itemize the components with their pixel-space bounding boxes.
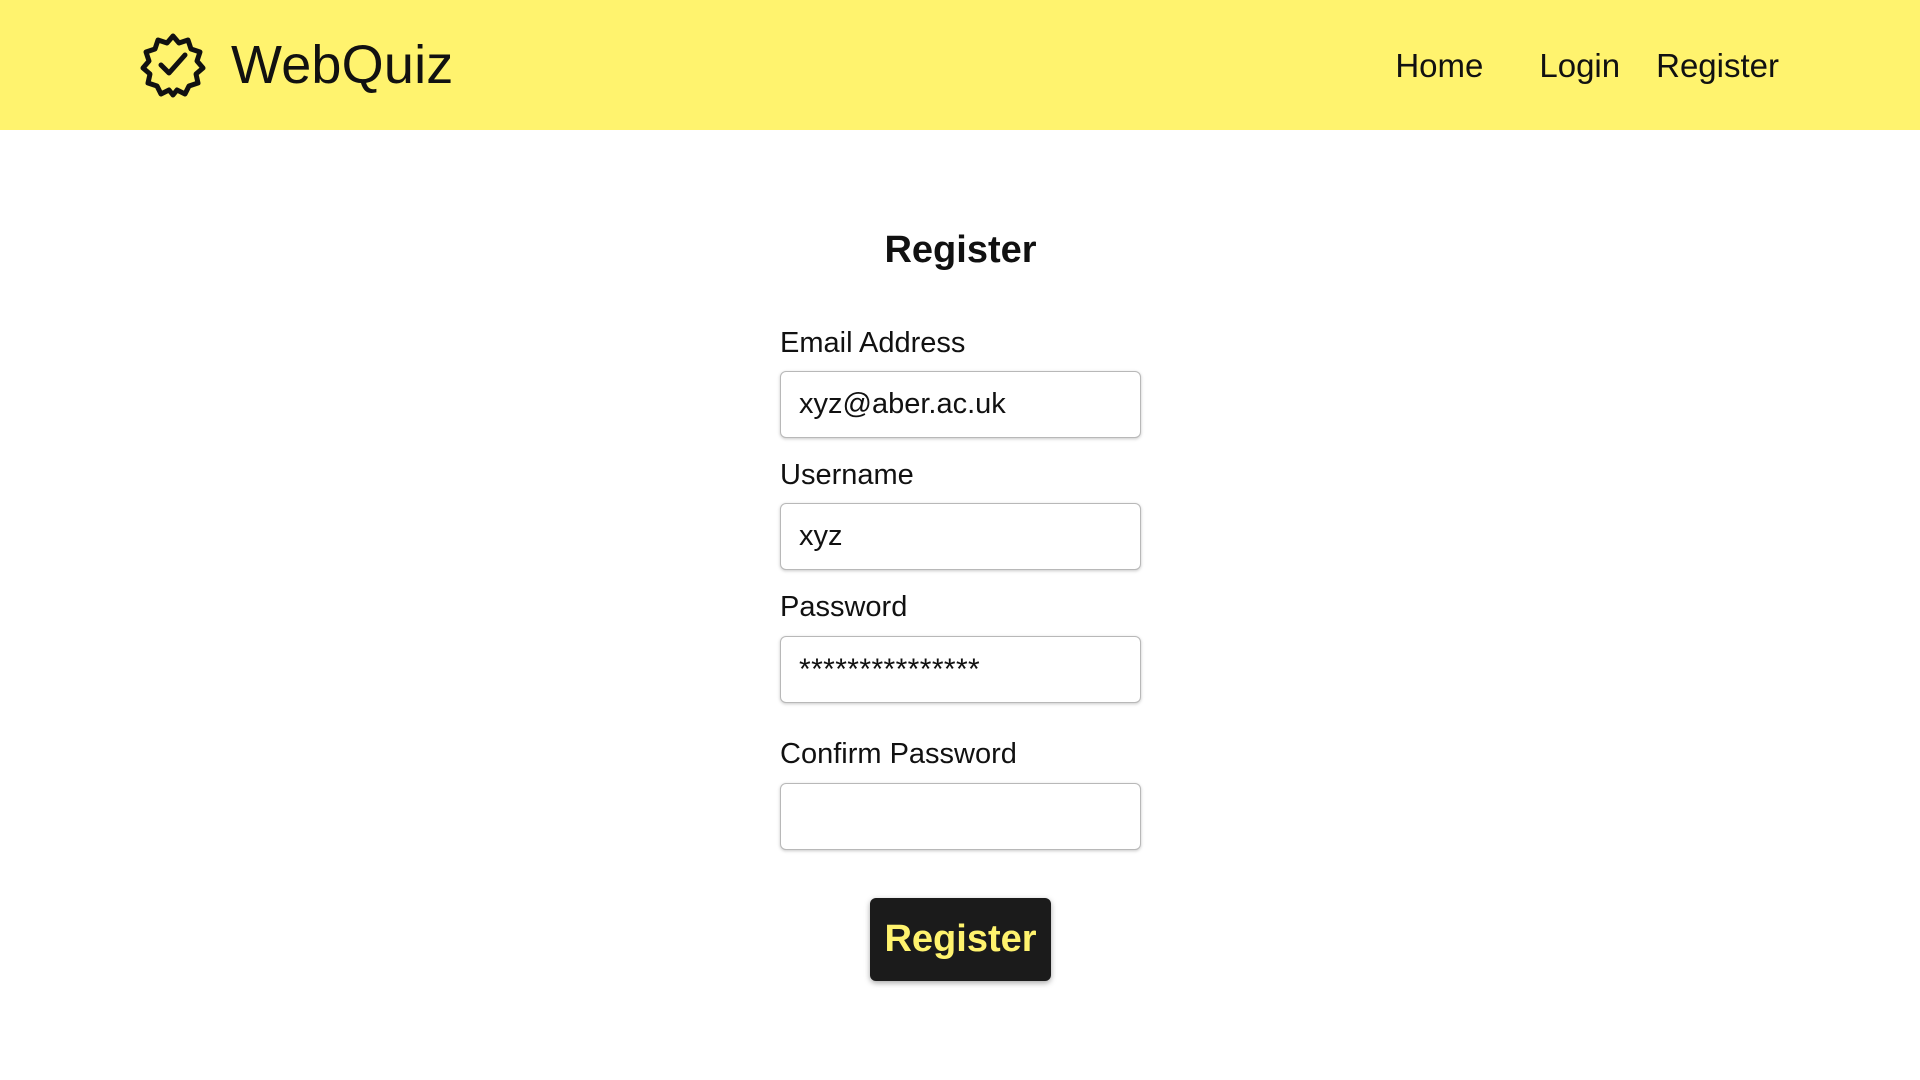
email-label: Email Address <box>780 327 966 359</box>
nav-home-link[interactable]: Home <box>1395 44 1483 88</box>
password-label: Password <box>780 591 908 623</box>
main-navigation: Home Login Register <box>1395 44 1779 88</box>
nav-register-link[interactable]: Register <box>1656 44 1779 88</box>
username-field[interactable] <box>780 503 1141 570</box>
email-field[interactable] <box>780 371 1141 438</box>
app-name: WebQuiz <box>231 35 454 95</box>
brand-home-link[interactable]: WebQuiz <box>139 31 454 99</box>
confirm-password-field[interactable] <box>780 783 1141 850</box>
confirm-password-label: Confirm Password <box>780 738 1017 770</box>
page-title: Register <box>884 229 1037 271</box>
username-label: Username <box>780 459 914 491</box>
badge-check-icon <box>140 33 206 98</box>
nav-login-link[interactable]: Login <box>1539 44 1620 88</box>
register-button[interactable]: Register <box>870 898 1051 981</box>
top-navigation-bar: WebQuiz Home Login Register <box>0 0 1920 130</box>
password-field[interactable] <box>780 636 1141 703</box>
